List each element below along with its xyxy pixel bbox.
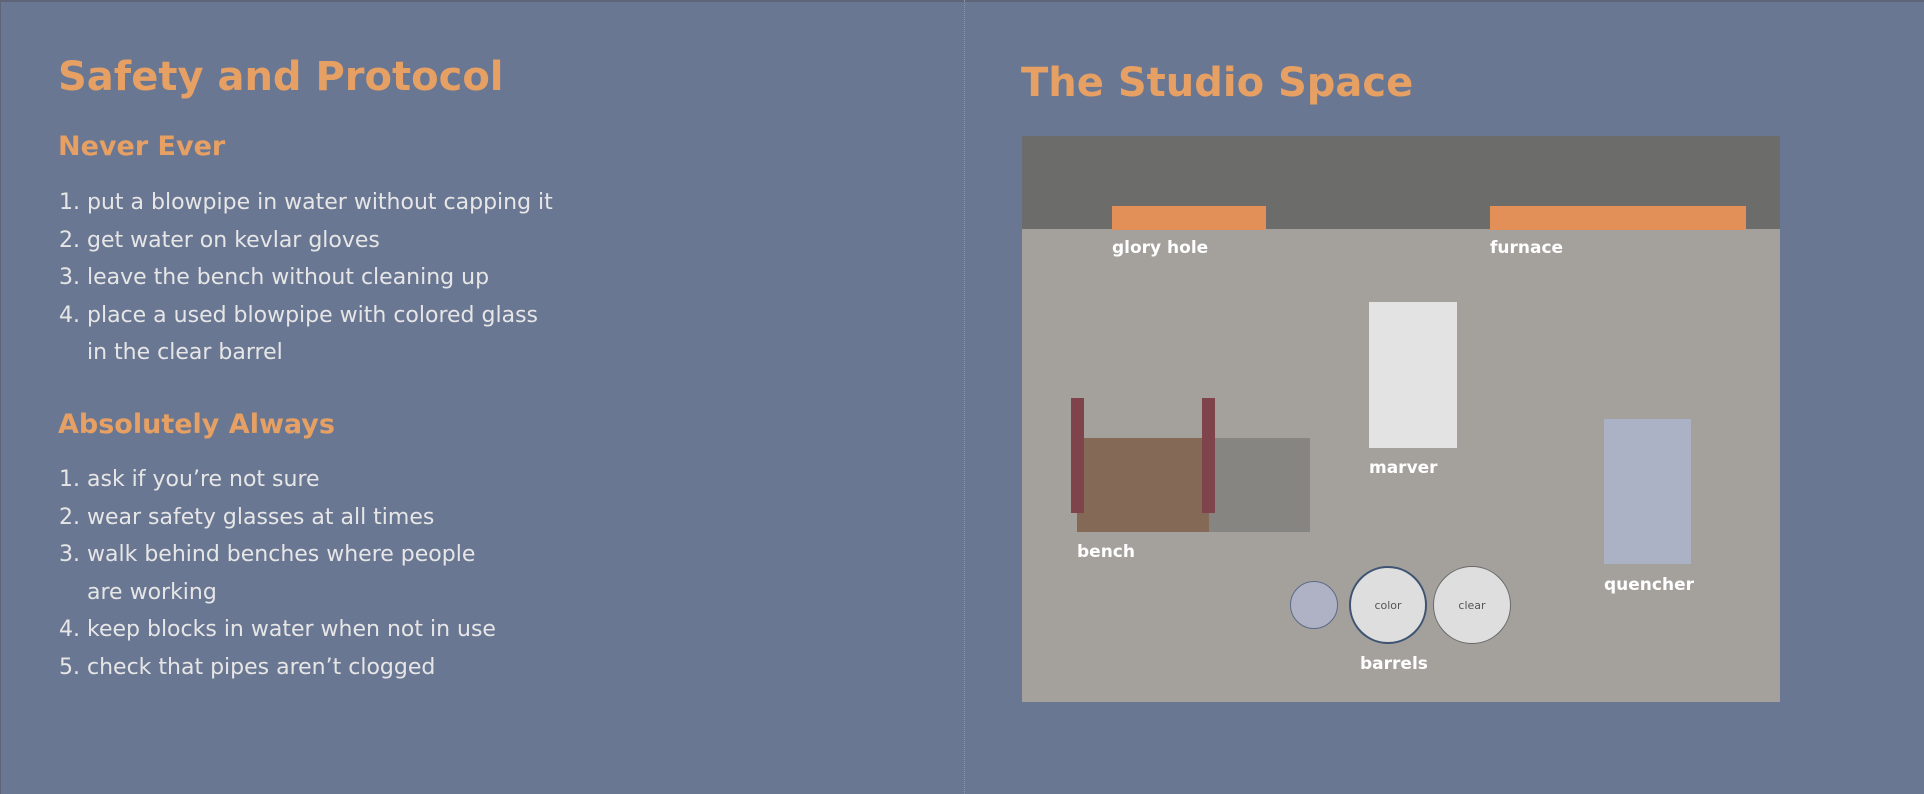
never-ever-item: put a blowpipe in water without capping … xyxy=(87,184,607,222)
studio-floor-plan: glory hole furnace marver bench quencher… xyxy=(1022,136,1780,702)
absolutely-always-heading: Absolutely Always xyxy=(58,409,335,440)
furnace-label: furnace xyxy=(1490,238,1564,258)
absolutely-always-list: ask if you’re not sure wear safety glass… xyxy=(58,461,607,687)
safety-title: Safety and Protocol xyxy=(58,54,504,100)
always-item: check that pipes aren’t clogged xyxy=(87,649,607,687)
small-barrel xyxy=(1290,581,1338,629)
always-item: keep blocks in water when not in use xyxy=(87,611,607,649)
bench-label: bench xyxy=(1077,542,1135,562)
always-item: ask if you’re not sure xyxy=(87,461,607,499)
never-ever-heading: Never Ever xyxy=(58,131,226,162)
bench-table xyxy=(1207,438,1310,532)
clear-barrel-label: clear xyxy=(1458,598,1486,612)
bench-rail-left xyxy=(1071,398,1084,513)
barrels-label: barrels xyxy=(1360,654,1428,674)
studio-title: The Studio Space xyxy=(1021,60,1414,106)
furnace-block xyxy=(1490,206,1746,230)
never-ever-item: get water on kevlar gloves xyxy=(87,222,607,260)
color-barrel-label: color xyxy=(1374,598,1402,612)
never-ever-item: place a used blowpipe with colored glass… xyxy=(87,297,557,372)
always-item: wear safety glasses at all times xyxy=(87,499,607,537)
always-item: walk behind benches where people are wor… xyxy=(87,536,507,611)
quencher-label: quencher xyxy=(1604,575,1694,595)
bench-seat xyxy=(1077,438,1209,532)
quencher-block xyxy=(1604,419,1691,564)
safety-page: Safety and Protocol Never Ever put a blo… xyxy=(0,0,963,794)
marver-block xyxy=(1369,302,1457,448)
glory-hole-block xyxy=(1112,206,1266,230)
color-barrel: color xyxy=(1349,566,1427,644)
never-ever-list: put a blowpipe in water without capping … xyxy=(58,184,607,372)
glory-hole-label: glory hole xyxy=(1112,238,1209,258)
marver-label: marver xyxy=(1369,458,1438,478)
never-ever-item: leave the bench without cleaning up xyxy=(87,259,607,297)
bench-rail-right xyxy=(1202,398,1215,513)
clear-barrel: clear xyxy=(1433,566,1511,644)
